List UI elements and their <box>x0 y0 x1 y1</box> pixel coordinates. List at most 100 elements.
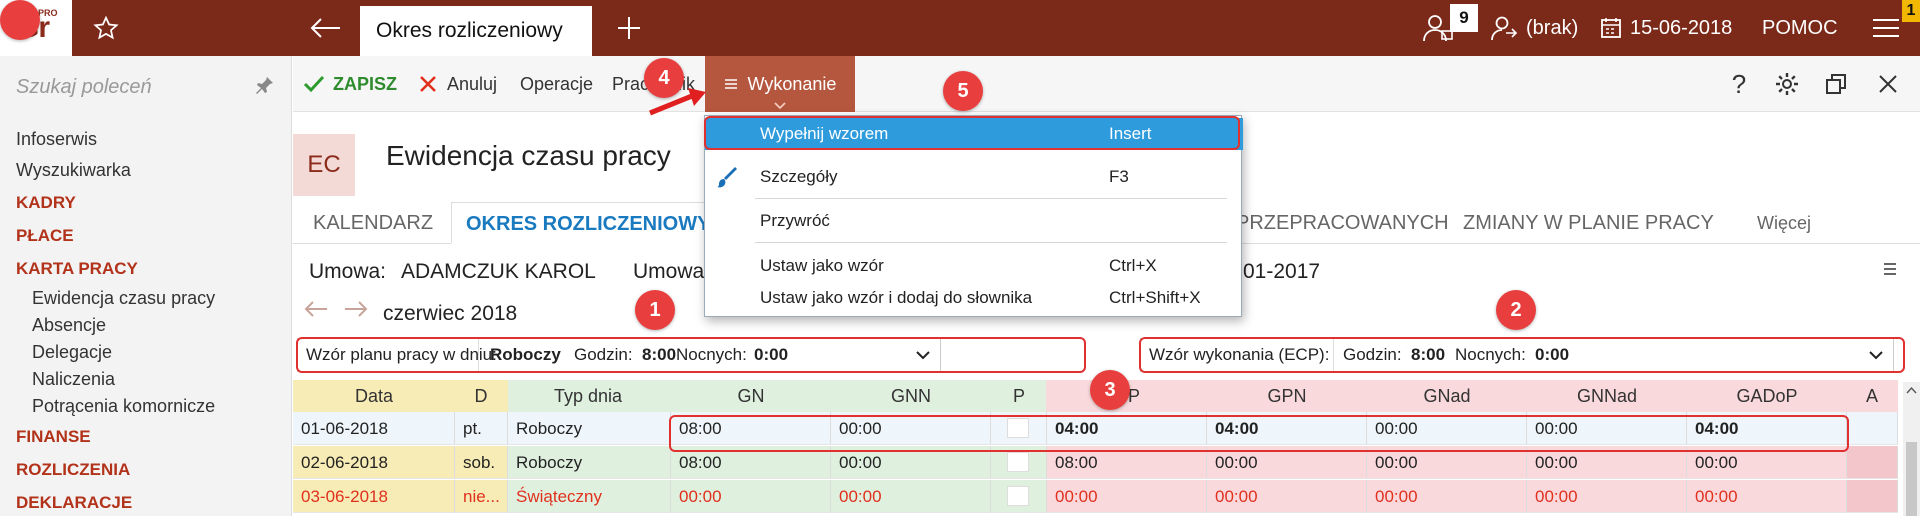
tab-more[interactable]: Więcej <box>1757 202 1811 244</box>
next-month-arrow-icon[interactable] <box>343 300 369 323</box>
scroll-up-icon[interactable] <box>1906 386 1917 394</box>
cell-day-type: Roboczy <box>508 412 671 445</box>
cell-day-type: Roboczy <box>508 446 671 479</box>
check-icon <box>303 75 325 93</box>
col-header-d[interactable]: D <box>455 380 507 412</box>
sidebar-section-rozliczenia[interactable]: ROZLICZENIA <box>16 453 215 486</box>
favorites-star-icon[interactable] <box>72 0 140 56</box>
sidebar-section-kadry[interactable]: KADRY <box>16 186 215 219</box>
col-header-gnad[interactable]: GNad <box>1367 380 1527 412</box>
logo-badge: PRO <box>38 8 58 18</box>
menu-item-restore[interactable]: Przywróć <box>705 205 1243 237</box>
month-nav <box>303 300 369 324</box>
menu-item-set-pattern-add-dictionary[interactable]: Ustaw jako wzór i dodaj do słownika Ctrl… <box>705 282 1243 314</box>
annotation-box-exec-pattern <box>1139 337 1905 373</box>
user-menu[interactable]: (brak) <box>1490 0 1578 56</box>
tab-zmiany-w-planie[interactable]: ZMIANY W PLANIE PRACY <box>1463 202 1714 244</box>
cell-gnn[interactable]: 00:00 <box>831 480 991 513</box>
menu-item-details[interactable]: Szczegóły F3 <box>705 161 1243 193</box>
menu-item-label: Przywróć <box>760 211 830 230</box>
sidebar-section-karta-pracy[interactable]: KARTA PRACY <box>16 252 215 285</box>
current-date: 15-06-2018 <box>1630 16 1733 39</box>
menu-divider <box>755 198 1227 199</box>
annotation-box-plan-pattern <box>296 337 1086 373</box>
cancel-button[interactable]: Anuluj <box>419 56 497 112</box>
help-link[interactable]: POMOC <box>1762 0 1838 56</box>
cell-gadop[interactable]: 00:00 <box>1687 480 1847 513</box>
cell-gn[interactable]: 00:00 <box>671 480 831 513</box>
sidebar-item-potracenia[interactable]: Potrącenia komornicze <box>16 393 215 420</box>
menu-item-label: Szczegóły <box>760 167 838 186</box>
cell-gnad[interactable]: 00:00 <box>1367 480 1527 513</box>
sidebar-item-wyszukiwarka[interactable]: Wyszukiwarka <box>16 155 215 186</box>
cell-gnnad[interactable]: 00:00 <box>1527 480 1687 513</box>
col-header-a[interactable]: A <box>1847 380 1897 412</box>
col-header-gnn[interactable]: GNN <box>831 380 991 412</box>
prev-month-arrow-icon[interactable] <box>303 300 335 323</box>
cell-p[interactable] <box>991 480 1047 513</box>
sidebar-section-deklaracje[interactable]: DEKLARACJE <box>16 486 215 516</box>
col-header-gpn[interactable]: GPN <box>1207 380 1367 412</box>
sidebar-item-delegacje[interactable]: Delegacje <box>16 339 215 366</box>
operations-menu[interactable]: Operacje <box>520 56 593 112</box>
tab-kalendarz[interactable]: KALENDARZ <box>313 202 433 244</box>
annotation-marker-3-fallback <box>0 0 40 40</box>
col-header-p[interactable]: P <box>991 380 1047 412</box>
save-button[interactable]: ZAPISZ <box>303 56 397 112</box>
user-switch-icon <box>1491 16 1518 41</box>
pin-icon[interactable] <box>256 76 274 101</box>
user-name: (brak) <box>1526 16 1579 39</box>
sidebar-item-infoserwis[interactable]: Infoserwis <box>16 124 215 155</box>
hamburger-menu-icon[interactable] <box>1872 0 1900 56</box>
sidebar-item-naliczenia[interactable]: Naliczenia <box>16 366 215 393</box>
help-question-icon[interactable]: ? <box>1714 56 1764 112</box>
cell-a[interactable] <box>1847 412 1898 445</box>
tab-okres-rozliczeniowy-content[interactable]: OKRES ROZLICZENIOWY <box>451 202 726 244</box>
cell-a[interactable] <box>1847 446 1898 479</box>
tab-label: Okres rozliczeniowy <box>376 19 563 42</box>
col-header-gadop[interactable]: GADoP <box>1687 380 1847 412</box>
notification-count-badge[interactable]: 9 <box>1450 4 1478 32</box>
current-month: czerwiec 2018 <box>383 302 518 325</box>
module-badge: EC <box>293 134 355 196</box>
menu-item-set-as-pattern[interactable]: Ustaw jako wzór Ctrl+X <box>705 250 1243 282</box>
tab-przepracowanych[interactable]: PRZEPRACOWANYCH <box>1236 202 1449 244</box>
menu-item-shortcut: Ctrl+Shift+X <box>1109 288 1201 307</box>
table-scrollbar[interactable] <box>1903 382 1920 516</box>
table-row[interactable]: 03-06-2018 nie... Świąteczny 00:00 00:00… <box>293 480 1898 514</box>
restore-window-icon[interactable] <box>1811 56 1861 112</box>
top-bar: Gr PRO Okres rozliczeniowy 9 (brak) 15-0… <box>0 0 1920 56</box>
help-label: POMOC <box>1762 16 1838 39</box>
alert-badge[interactable]: 1 <box>1902 0 1920 22</box>
col-header-gnnad[interactable]: GNNad <box>1527 380 1687 412</box>
col-header-data[interactable]: Data <box>293 380 455 412</box>
cell-day-type: Świąteczny <box>508 480 671 513</box>
sidebar-item-ewidencja[interactable]: Ewidencja czasu pracy <box>16 285 215 312</box>
tab-okres-rozliczeniowy[interactable]: Okres rozliczeniowy <box>360 6 592 56</box>
col-header-typ-dnia[interactable]: Typ dnia <box>508 380 668 412</box>
brush-icon <box>717 167 737 188</box>
cell-gpn[interactable]: 00:00 <box>1207 480 1367 513</box>
menu-lines-icon <box>724 79 737 89</box>
cancel-label: Anuluj <box>447 73 498 94</box>
sidebar-section-finanse[interactable]: FINANSE <box>16 420 215 453</box>
contract-label-2: Umowa <box>633 260 705 283</box>
menu-divider <box>755 242 1227 243</box>
new-tab-plus-icon[interactable] <box>604 0 654 56</box>
cell-date: 03-06-2018 <box>293 480 455 513</box>
command-search-input[interactable]: Szukaj poleceń <box>16 76 152 99</box>
sidebar-item-absencje[interactable]: Absencje <box>16 312 215 339</box>
col-header-gn[interactable]: GN <box>671 380 831 412</box>
cell-a[interactable] <box>1847 480 1898 513</box>
sidebar-section-place[interactable]: PŁACE <box>16 219 215 252</box>
cell-gp[interactable]: 00:00 <box>1047 480 1207 513</box>
sidebar-nav: Infoserwis Wyszukiwarka KADRY PŁACE KART… <box>16 124 215 516</box>
contract-value[interactable]: ADAMCZUK KAROL <box>401 260 596 284</box>
back-arrow-icon[interactable] <box>300 0 350 56</box>
settings-gear-icon[interactable] <box>1762 56 1812 112</box>
annotation-box-menu-item <box>704 116 1240 150</box>
contract-label: Umowa: <box>309 260 387 283</box>
date-selector[interactable]: 15-06-2018 <box>1600 0 1732 56</box>
close-window-icon[interactable] <box>1863 56 1913 112</box>
options-menu-icon[interactable] <box>1883 260 1897 281</box>
